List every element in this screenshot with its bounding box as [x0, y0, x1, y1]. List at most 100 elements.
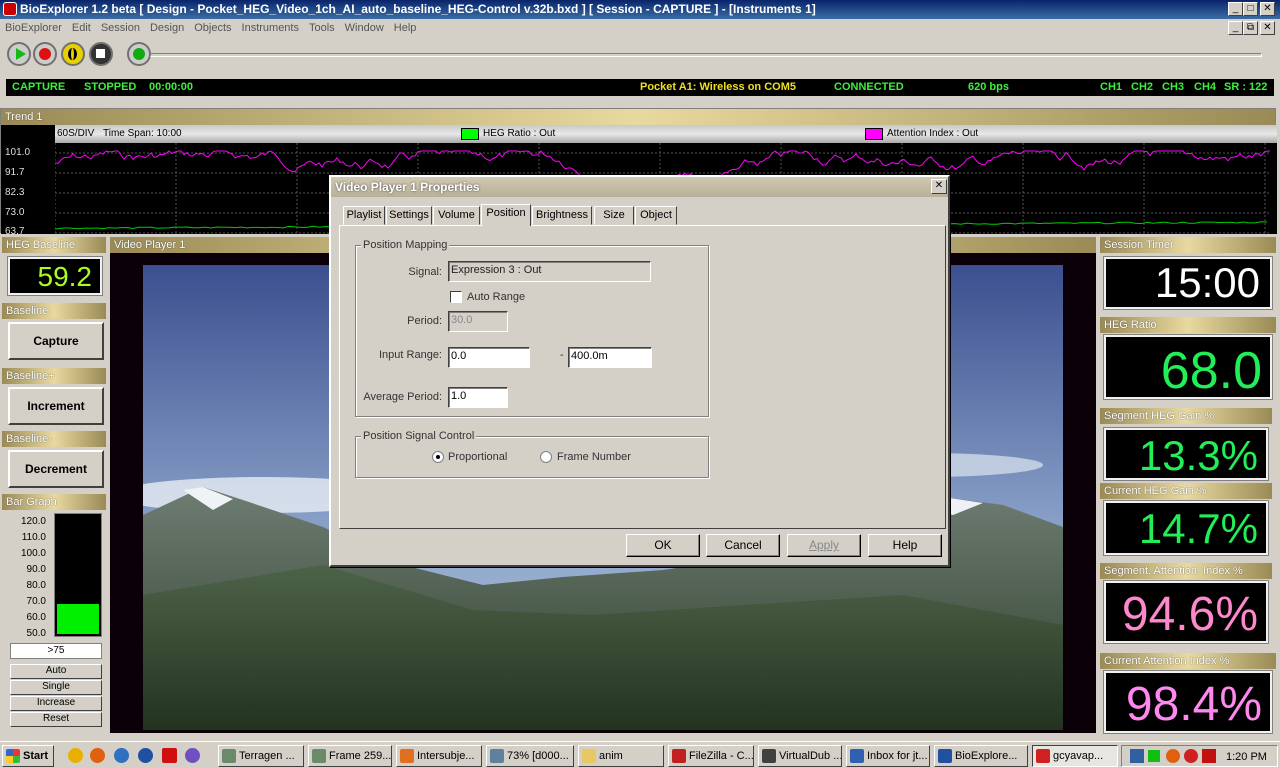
dialog-close-button[interactable]: ✕	[931, 179, 947, 194]
quicklaunch-thunderbird-icon[interactable]	[114, 748, 129, 763]
tray-pdf-icon[interactable]	[1202, 749, 1216, 763]
tab-playlist[interactable]: Playlist	[343, 206, 385, 225]
signal-field[interactable]: Expression 3 : Out	[448, 261, 651, 282]
decrement-button[interactable]: Decrement	[8, 450, 104, 488]
mdi-close-button[interactable]: ✕	[1260, 21, 1275, 35]
reset-button[interactable]: Reset	[10, 712, 102, 727]
auto-range-checkbox[interactable]	[450, 291, 462, 303]
stop-button[interactable]	[89, 42, 113, 66]
menu-edit[interactable]: Edit	[67, 19, 96, 37]
y-label-2: 91.7	[5, 167, 25, 178]
taskbar-task-8[interactable]: Inbox for jt...	[846, 745, 930, 767]
maximize-button[interactable]: □	[1243, 2, 1258, 16]
position-slider[interactable]	[150, 53, 1262, 57]
menu-tools[interactable]: Tools	[304, 19, 340, 37]
mdi-restore-button[interactable]: ⧉	[1243, 21, 1258, 35]
segment-attention-display: 94.6%	[1103, 580, 1269, 644]
menu-bioexplorer[interactable]: BioExplorer	[0, 19, 67, 37]
minimize-button[interactable]: _	[1228, 2, 1243, 16]
menu-objects[interactable]: Objects	[189, 19, 236, 37]
taskbar-task-1[interactable]: Terragen ...	[218, 745, 304, 767]
status-mode: CAPTURE	[12, 81, 66, 93]
menu-session[interactable]: Session	[96, 19, 145, 37]
pause-button[interactable]	[61, 42, 85, 66]
quicklaunch-pencil-icon[interactable]	[68, 748, 83, 763]
task-app-icon	[312, 749, 326, 763]
y-label-3: 82.3	[5, 187, 25, 198]
baseline-panel: Baseline Capture	[2, 303, 106, 365]
taskbar-task-4[interactable]: 73% [d000...	[486, 745, 574, 767]
task-label: Inbox for jt...	[867, 750, 928, 762]
heg-ratio-panel: HEG Ratio 68.0	[1100, 317, 1276, 403]
session-timer-display: 15:00	[1103, 256, 1273, 310]
task-app-icon	[1036, 749, 1050, 763]
signal-label: Signal:	[408, 266, 442, 278]
current-attention-title: Current Attention Index %	[1100, 653, 1276, 669]
tray-status-icon[interactable]	[1148, 750, 1160, 762]
dialog-title-bar[interactable]: Video Player 1 Properties	[331, 177, 948, 197]
proportional-radio[interactable]	[432, 451, 444, 463]
quicklaunch-globe-icon[interactable]	[138, 748, 153, 763]
taskbar: Start 1:20 PM Terragen ... Frame 259... In…	[0, 741, 1280, 768]
taskbar-task-9[interactable]: BioExplore...	[934, 745, 1028, 767]
current-heg-gain-title: Current HEG Gain %	[1100, 483, 1272, 499]
slider-start-button[interactable]	[127, 42, 151, 66]
bar-graph-threshold[interactable]: >75	[10, 643, 102, 659]
quicklaunch-media-icon[interactable]	[185, 748, 200, 763]
close-window-button[interactable]: ✕	[1260, 2, 1275, 16]
tab-settings[interactable]: Settings	[386, 206, 432, 225]
task-app-icon	[400, 749, 414, 763]
current-heg-gain-display: 14.7%	[1103, 500, 1269, 556]
tray-antivirus-icon[interactable]	[1184, 749, 1198, 763]
menu-window[interactable]: Window	[340, 19, 389, 37]
start-label: Start	[23, 750, 49, 762]
tab-brightness[interactable]: Brightness	[532, 206, 592, 225]
auto-button[interactable]: Auto	[10, 664, 102, 679]
clock[interactable]: 1:20 PM	[1226, 749, 1267, 765]
cancel-button[interactable]: Cancel	[706, 534, 780, 557]
period-field: 30.0	[448, 311, 508, 332]
taskbar-task-6[interactable]: FileZilla - C...	[668, 745, 754, 767]
mdi-minimize-button[interactable]: _	[1228, 21, 1243, 35]
taskbar-task-5[interactable]: anim	[578, 745, 664, 767]
start-button[interactable]: Start	[2, 745, 54, 767]
increment-button[interactable]: Increment	[8, 387, 104, 425]
input-range-min-field[interactable]: 0.0	[448, 347, 530, 368]
capture-button[interactable]: Capture	[8, 322, 104, 360]
segment-attention-value: 94.6%	[1121, 588, 1258, 641]
quicklaunch-swiss-icon[interactable]	[162, 748, 177, 763]
status-ch3: CH3	[1162, 81, 1185, 93]
taskbar-task-10[interactable]: gcyavap...	[1032, 745, 1118, 767]
auto-range-label: Auto Range	[467, 291, 526, 303]
dialog-title: Video Player 1 Properties	[335, 180, 480, 194]
increase-button[interactable]: Increase	[10, 696, 102, 711]
input-range-max-field[interactable]: 400.0m	[568, 347, 652, 368]
heg-baseline-title: HEG Baseline	[2, 237, 106, 253]
tray-firefox-icon[interactable]	[1166, 749, 1180, 763]
help-button[interactable]: Help	[868, 534, 942, 557]
app-icon[interactable]	[3, 2, 17, 16]
menu-design[interactable]: Design	[145, 19, 189, 37]
taskbar-task-2[interactable]: Frame 259...	[308, 745, 392, 767]
task-app-icon	[762, 749, 776, 763]
tab-size[interactable]: Size	[594, 206, 634, 225]
play-button[interactable]	[7, 42, 31, 66]
apply-button[interactable]: Apply	[787, 534, 861, 557]
taskbar-task-3[interactable]: Intersubje...	[396, 745, 482, 767]
ok-button[interactable]: OK	[626, 534, 700, 557]
frame-number-radio[interactable]	[540, 451, 552, 463]
quicklaunch-firefox-icon[interactable]	[90, 748, 105, 763]
tab-position[interactable]: Position	[481, 204, 531, 226]
menu-instruments[interactable]: Instruments	[237, 19, 304, 37]
tab-object[interactable]: Object	[635, 206, 677, 225]
taskbar-task-7[interactable]: VirtualDub ...	[758, 745, 842, 767]
tray-network-icon[interactable]	[1130, 749, 1144, 763]
single-button[interactable]: Single	[10, 680, 102, 695]
tab-volume[interactable]: Volume	[433, 206, 480, 225]
average-period-field[interactable]: 1.0	[448, 387, 508, 408]
current-heg-gain-value: 14.7%	[1138, 505, 1258, 552]
window-title-bar[interactable]: BioExplorer 1.2 beta [ Design - Pocket_H…	[0, 0, 1280, 19]
period-label: Period:	[407, 315, 442, 327]
record-button[interactable]	[33, 42, 57, 66]
menu-help[interactable]: Help	[389, 19, 422, 37]
